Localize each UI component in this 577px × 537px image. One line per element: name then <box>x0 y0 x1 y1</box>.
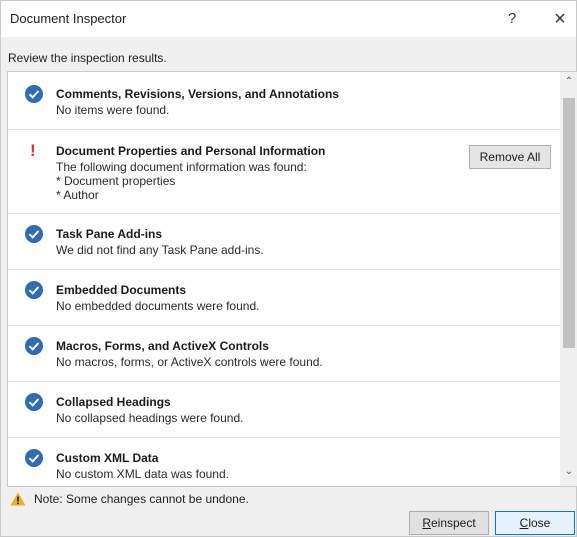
result-title: Embedded Documents <box>56 283 187 297</box>
result-detail: We did not find any Task Pane add-ins. <box>56 243 264 257</box>
checkmark-circle-icon <box>25 281 43 299</box>
reinspect-accelerator: R <box>422 516 431 530</box>
result-title: Collapsed Headings <box>56 395 171 409</box>
close-icon[interactable]: × <box>545 6 575 32</box>
document-inspector-dialog: Document Inspector ? × Review the inspec… <box>0 0 577 537</box>
warning-triangle-icon <box>10 492 26 506</box>
result-title: Macros, Forms, and ActiveX Controls <box>56 339 269 353</box>
result-detail: No collapsed headings were found. <box>56 411 244 425</box>
result-detail: The following document information was f… <box>56 160 307 174</box>
title-bar: Document Inspector ? × <box>1 1 576 37</box>
checkmark-circle-icon <box>25 393 43 411</box>
result-title: Task Pane Add-ins <box>56 227 163 241</box>
scroll-thumb[interactable] <box>563 98 575 348</box>
result-task-pane-addins: Task Pane Add-ins We did not find any Ta… <box>8 213 560 270</box>
result-detail: * Document properties <box>56 174 176 188</box>
scroll-up-arrow-icon[interactable]: ⌃ <box>560 76 577 90</box>
result-macros-forms: Macros, Forms, and ActiveX Controls No m… <box>8 325 560 382</box>
checkmark-circle-icon <box>25 449 43 467</box>
exclamation-icon: ! <box>30 141 36 160</box>
results-scrollbar[interactable]: ⌃ ⌄ <box>560 72 577 486</box>
result-custom-xml: Custom XML Data No custom XML data was f… <box>8 437 560 486</box>
result-embedded-documents: Embedded Documents No embedded documents… <box>8 269 560 326</box>
result-document-properties: ! Document Properties and Personal Infor… <box>8 129 560 214</box>
dialog-instructions: Review the inspection results. <box>8 51 167 65</box>
result-comments-revisions: Comments, Revisions, Versions, and Annot… <box>8 72 560 130</box>
result-title: Custom XML Data <box>56 451 159 465</box>
result-title: Comments, Revisions, Versions, and Annot… <box>56 87 339 101</box>
help-button[interactable]: ? <box>497 6 527 32</box>
result-detail: No embedded documents were found. <box>56 299 260 313</box>
close-button[interactable]: Close <box>495 511 575 535</box>
result-title: Document Properties and Personal Informa… <box>56 144 326 158</box>
result-detail: No items were found. <box>56 103 170 117</box>
result-detail: No macros, forms, or ActiveX controls we… <box>56 355 323 369</box>
checkmark-circle-icon <box>25 85 43 103</box>
reinspect-label: einspect <box>430 516 476 530</box>
window-title: Document Inspector <box>10 11 127 26</box>
result-detail: * Author <box>56 188 99 202</box>
close-label: lose <box>528 516 551 530</box>
remove-all-button[interactable]: Remove All <box>469 145 551 169</box>
result-collapsed-headings: Collapsed Headings No collapsed headings… <box>8 381 560 438</box>
scroll-down-arrow-icon[interactable]: ⌄ <box>560 466 577 480</box>
checkmark-circle-icon <box>25 337 43 355</box>
undo-warning-note: Note: Some changes cannot be undone. <box>34 492 249 506</box>
result-detail: No custom XML data was found. <box>56 467 229 481</box>
inspection-results-list: Comments, Revisions, Versions, and Annot… <box>7 71 577 487</box>
reinspect-button[interactable]: Reinspect <box>409 511 489 535</box>
checkmark-circle-icon <box>25 225 43 243</box>
